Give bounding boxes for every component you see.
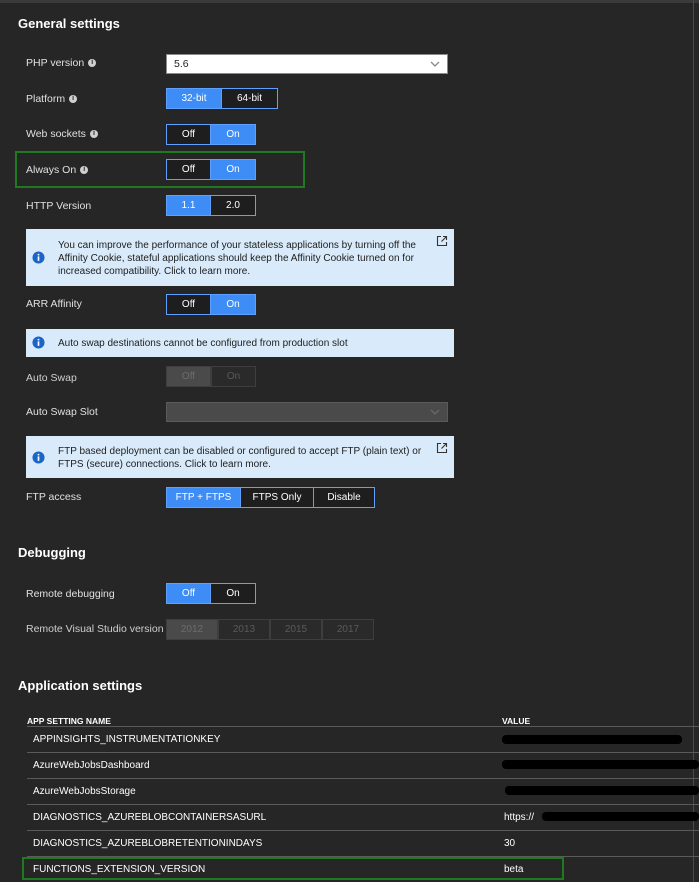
debugging-title: Debugging: [18, 545, 86, 560]
redacted-value: [542, 812, 699, 821]
remote-vs-version-toggle: 2012 2013 2015 2017: [166, 619, 374, 640]
auto-swap-label: Auto Swap: [26, 372, 77, 384]
always-on-label: Always On i: [26, 164, 89, 176]
row-value: 30: [504, 838, 516, 849]
info-icon: [32, 336, 45, 349]
right-border: [693, 0, 694, 882]
php-version-select[interactable]: 5.6: [166, 54, 448, 74]
affinity-info-text: You can improve the performance of your …: [58, 240, 416, 277]
row-divider: [27, 752, 699, 753]
remote-vs-2017-option: 2017: [322, 619, 374, 640]
arr-affinity-toggle[interactable]: Off On: [166, 294, 256, 315]
arr-affinity-label: ARR Affinity: [26, 298, 82, 310]
always-on-label-text: Always On: [26, 164, 77, 176]
web-sockets-label: Web sockets i: [26, 128, 98, 140]
platform-64bit-option[interactable]: 64-bit: [222, 88, 278, 109]
auto-swap-slot-label-text: Auto Swap Slot: [26, 406, 98, 418]
application-settings-title: Application settings: [18, 678, 143, 693]
auto-swap-slot-label: Auto Swap Slot: [26, 406, 98, 418]
row-value: beta: [504, 864, 524, 875]
swap-info-box: Auto swap destinations cannot be configu…: [26, 329, 454, 357]
remote-debugging-off-option[interactable]: Off: [166, 583, 211, 604]
auto-swap-slot-select: [166, 402, 448, 422]
table-row[interactable]: DIAGNOSTICS_AZUREBLOBCONTAINERSASURL: [33, 812, 266, 823]
ftp-access-label-text: FTP access: [26, 491, 82, 503]
remote-vs-2013-option: 2013: [218, 619, 270, 640]
ftp-info-box[interactable]: FTP based deployment can be disabled or …: [26, 436, 454, 478]
info-icon: [32, 251, 45, 264]
value-header: VALUE: [502, 716, 531, 726]
http-version-11-option[interactable]: 1.1: [166, 195, 211, 216]
table-row[interactable]: AzureWebJobsStorage: [33, 786, 136, 797]
table-row[interactable]: AzureWebJobsDashboard: [33, 760, 150, 771]
platform-32bit-option[interactable]: 32-bit: [166, 88, 222, 109]
chevron-down-icon: [430, 61, 440, 67]
remote-debugging-on-option[interactable]: On: [211, 583, 256, 604]
row-divider: [27, 804, 699, 805]
always-on-off-option[interactable]: Off: [166, 159, 211, 180]
general-settings-title: General settings: [18, 16, 120, 31]
always-on-toggle[interactable]: Off On: [166, 159, 256, 180]
top-border: [0, 0, 699, 3]
always-on-on-option[interactable]: On: [211, 159, 256, 180]
info-icon[interactable]: i: [89, 130, 98, 138]
arr-affinity-off-option[interactable]: Off: [166, 294, 211, 315]
ftp-access-disable-option[interactable]: Disable: [314, 487, 375, 508]
http-version-toggle[interactable]: 1.1 2.0: [166, 195, 256, 216]
remote-debugging-toggle[interactable]: Off On: [166, 583, 256, 604]
http-version-20-option[interactable]: 2.0: [211, 195, 256, 216]
remote-vs-2015-option: 2015: [270, 619, 322, 640]
table-row[interactable]: APPINSIGHTS_INSTRUMENTATIONKEY: [33, 734, 220, 745]
remote-vs-2012-option: 2012: [166, 619, 218, 640]
arr-affinity-on-option[interactable]: On: [211, 294, 256, 315]
web-sockets-label-text: Web sockets: [26, 128, 86, 140]
auto-swap-off-option: Off: [166, 366, 211, 387]
web-sockets-on-option[interactable]: On: [211, 124, 256, 145]
external-link-icon[interactable]: [436, 442, 448, 454]
remote-vs-version-label: Remote Visual Studio version: [26, 623, 164, 635]
ftp-access-ftps-only-option[interactable]: FTPS Only: [241, 487, 314, 508]
table-row[interactable]: FUNCTIONS_EXTENSION_VERSION: [33, 864, 205, 875]
ftp-access-label: FTP access: [26, 491, 81, 503]
header-divider: [27, 726, 699, 727]
http-version-label: HTTP Version: [26, 200, 91, 212]
swap-info-text: Auto swap destinations cannot be configu…: [58, 338, 348, 349]
arr-affinity-label-text: ARR Affinity: [26, 298, 82, 310]
redacted-value: [505, 786, 699, 795]
row-value: https://: [504, 812, 535, 823]
platform-toggle[interactable]: 32-bit 64-bit: [166, 88, 278, 109]
auto-swap-label-text: Auto Swap: [26, 372, 77, 384]
remote-debugging-label-text: Remote debugging: [26, 588, 115, 600]
external-link-icon[interactable]: [436, 235, 448, 247]
redacted-value: [502, 760, 699, 769]
info-icon: [32, 451, 45, 464]
ftp-access-ftp-ftps-option[interactable]: FTP + FTPS: [166, 487, 241, 508]
php-version-value: 5.6: [174, 58, 189, 70]
auto-swap-on-option: On: [211, 366, 256, 387]
app-setting-name-header: APP SETTING NAME: [27, 716, 111, 726]
table-row[interactable]: DIAGNOSTICS_AZUREBLOBRETENTIONINDAYS: [33, 838, 262, 849]
auto-swap-toggle: Off On: [166, 366, 256, 387]
info-icon[interactable]: i: [88, 59, 97, 67]
row-divider: [27, 830, 699, 831]
info-icon[interactable]: i: [69, 95, 78, 103]
row-divider: [27, 778, 699, 779]
web-sockets-toggle[interactable]: Off On: [166, 124, 256, 145]
php-version-label: PHP version i: [26, 57, 97, 69]
redacted-value: [502, 735, 682, 744]
platform-label: Platform i: [26, 93, 78, 105]
platform-label-text: Platform: [26, 93, 66, 105]
ftp-info-text: FTP based deployment can be disabled or …: [58, 446, 422, 470]
http-version-label-text: HTTP Version: [26, 200, 92, 212]
remote-vs-version-label-text: Remote Visual Studio version: [26, 623, 164, 635]
chevron-down-icon: [430, 409, 440, 415]
web-sockets-off-option[interactable]: Off: [166, 124, 211, 145]
remote-debugging-label: Remote debugging: [26, 588, 115, 600]
info-icon[interactable]: i: [80, 166, 89, 174]
ftp-access-toggle[interactable]: FTP + FTPS FTPS Only Disable: [166, 487, 375, 508]
php-version-label-text: PHP version: [26, 57, 85, 69]
affinity-info-box[interactable]: You can improve the performance of your …: [26, 229, 454, 286]
